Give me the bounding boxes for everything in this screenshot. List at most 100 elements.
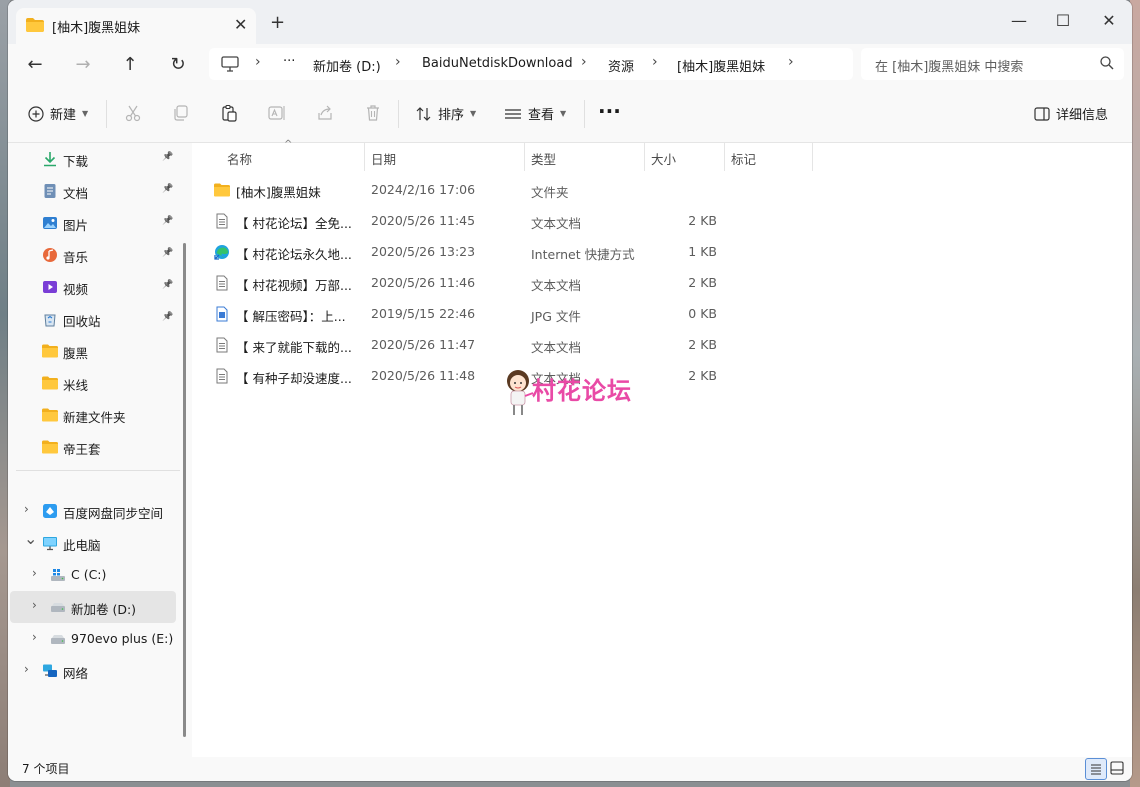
pin-icon[interactable]: 📌 — [162, 216, 173, 226]
new-tab-button[interactable]: + — [270, 12, 285, 33]
copy-icon[interactable] — [172, 104, 190, 122]
tree-item-2[interactable]: › C (C:) — [10, 559, 176, 591]
column-divider[interactable] — [812, 143, 813, 171]
chevron-right-icon[interactable]: › — [24, 502, 29, 516]
breadcrumb-baidunetdiskdownload[interactable]: BaiduNetdiskDownload — [422, 56, 573, 71]
chevron-right-icon[interactable]: › — [32, 598, 37, 612]
file-row[interactable]: 【 解压密码】：上... 2019/5/15 22:46 JPG 文件 0 KB — [212, 299, 912, 329]
plus-circle-icon — [28, 105, 44, 122]
sidebar-item-label: 文档 — [63, 186, 89, 201]
text-file-icon — [216, 275, 228, 291]
search-box[interactable]: 在 [柚木]腹黑姐妹 中搜索 — [861, 48, 1124, 80]
tree-item-3[interactable]: › 新加卷 (D:) — [10, 591, 176, 623]
sidebar-item-3[interactable]: 音乐 📌 — [10, 239, 176, 271]
details-pane-button[interactable]: 详细信息 — [1034, 104, 1108, 123]
monitor-icon[interactable] — [221, 56, 239, 72]
view-label: 查看 — [528, 108, 555, 123]
minimize-button[interactable]: — — [1004, 6, 1034, 36]
cartoon-girl-icon — [507, 370, 534, 415]
chevron-right-icon[interactable]: › — [32, 630, 37, 644]
sidebar-item-5[interactable]: 回收站 📌 — [10, 303, 176, 335]
breadcrumb-current-folder[interactable]: [柚木]腹黑姐妹 — [677, 56, 765, 75]
address-bar[interactable]: › ··· 新加卷 (D:) › BaiduNetdiskDownload › … — [209, 48, 853, 80]
file-row[interactable]: 【 来了就能下载的... 2020/5/26 11:47 文本文档 2 KB — [212, 330, 912, 360]
search-icon[interactable] — [1099, 55, 1115, 71]
tiles-view-button[interactable] — [1107, 758, 1127, 778]
folder-icon — [42, 376, 58, 390]
pin-icon[interactable]: 📌 — [162, 280, 173, 290]
sidebar-item-7[interactable]: 米线 — [10, 367, 176, 399]
sidebar-item-4[interactable]: 视频 📌 — [10, 271, 176, 303]
file-date: 2020/5/26 11:47 — [371, 337, 476, 352]
share-icon[interactable] — [316, 104, 334, 122]
sidebar-item-1[interactable]: 文档 📌 — [10, 175, 176, 207]
column-header-date[interactable]: 日期 — [371, 149, 396, 168]
new-button[interactable]: 新建 ▼ — [28, 104, 88, 123]
details-view-button[interactable] — [1085, 758, 1107, 780]
file-row[interactable]: 【 村花论坛】全免... 2020/5/26 11:45 文本文档 2 KB — [212, 206, 912, 236]
chevron-right-icon[interactable]: › — [24, 662, 29, 676]
sidebar-item-6[interactable]: 腹黑 — [10, 335, 176, 367]
column-header-tag[interactable]: 标记 — [731, 149, 756, 168]
forward-button[interactable]: → — [68, 50, 98, 80]
refresh-button[interactable]: ↻ — [163, 50, 193, 80]
file-row[interactable]: [柚木]腹黑姐妹 2024/2/16 17:06 文件夹 — [212, 175, 912, 205]
details-pane-icon — [1034, 106, 1050, 121]
pin-icon[interactable]: 📌 — [162, 184, 173, 194]
chevron-right-icon[interactable]: › — [788, 54, 794, 70]
toolbar-divider — [584, 100, 585, 128]
breadcrumb-more[interactable]: ··· — [283, 54, 295, 69]
sidebar-scrollbar[interactable] — [183, 243, 186, 737]
file-name: 【 村花论坛永久地... — [236, 247, 352, 262]
more-options-button[interactable]: ··· — [598, 99, 621, 123]
tree-item-1[interactable]: ⌄ 此电脑 — [10, 527, 176, 559]
cut-icon[interactable] — [124, 104, 142, 122]
sidebar-item-9[interactable]: 帝王套 — [10, 431, 176, 463]
sidebar-item-2[interactable]: 图片 📌 — [10, 207, 176, 239]
file-row[interactable]: 【 村花论坛永久地... 2020/5/26 13:23 Internet 快捷方式… — [212, 237, 912, 267]
file-size: 1 KB — [688, 244, 717, 259]
view-button[interactable]: 查看 ▼ — [504, 104, 566, 123]
column-divider[interactable] — [644, 143, 645, 171]
column-header-size[interactable]: 大小 — [651, 149, 676, 168]
breadcrumb-resources[interactable]: 资源 — [608, 56, 634, 75]
file-type: JPG 文件 — [531, 309, 581, 324]
tree-item-5[interactable]: › 网络 — [10, 655, 176, 687]
image-file-icon — [216, 306, 228, 322]
column-divider[interactable] — [364, 143, 365, 171]
back-button[interactable]: ← — [20, 50, 50, 80]
chevron-right-icon[interactable]: › — [581, 54, 587, 70]
new-label: 新建 — [50, 108, 77, 123]
chevron-down-icon[interactable]: ⌄ — [24, 529, 37, 548]
tree-item-0[interactable]: › 百度网盘同步空间 — [10, 495, 176, 527]
chevron-right-icon[interactable]: › — [652, 54, 658, 70]
sort-button[interactable]: 排序 ▼ — [416, 104, 476, 123]
sidebar-item-label: 下载 — [63, 154, 89, 169]
column-header-name[interactable]: ^ 名称 — [192, 139, 364, 171]
chevron-right-icon[interactable]: › — [32, 566, 37, 580]
delete-icon[interactable] — [364, 104, 382, 122]
maximize-button[interactable]: ☐ — [1048, 6, 1078, 36]
pin-icon[interactable]: 📌 — [162, 312, 173, 322]
sidebar-item-8[interactable]: 新建文件夹 — [10, 399, 176, 431]
column-divider[interactable] — [724, 143, 725, 171]
folder-icon — [42, 440, 58, 454]
text-file-icon — [216, 337, 228, 353]
sort-arrows-icon — [416, 106, 431, 121]
tab-current-folder[interactable]: [柚木]腹黑姐妹 ✕ — [16, 8, 256, 44]
column-header-type[interactable]: 类型 — [531, 149, 556, 168]
rename-icon[interactable] — [268, 104, 286, 122]
tree-item-4[interactable]: › 970evo plus (E:) — [10, 623, 176, 655]
close-window-button[interactable]: ✕ — [1094, 6, 1124, 36]
breadcrumb-drive-d[interactable]: 新加卷 (D:) — [313, 56, 381, 75]
up-button[interactable]: ↑ — [115, 50, 145, 80]
paste-icon[interactable] — [220, 104, 238, 122]
file-row[interactable]: 【 村花视频】万部... 2020/5/26 11:46 文本文档 2 KB — [212, 268, 912, 298]
tab-close-icon[interactable]: ✕ — [234, 15, 247, 34]
sidebar-item-0[interactable]: 下载 📌 — [10, 143, 176, 175]
pin-icon[interactable]: 📌 — [162, 152, 173, 162]
column-divider[interactable] — [524, 143, 525, 171]
chevron-right-icon[interactable]: › — [255, 54, 261, 70]
chevron-right-icon[interactable]: › — [395, 54, 401, 70]
pin-icon[interactable]: 📌 — [162, 248, 173, 258]
